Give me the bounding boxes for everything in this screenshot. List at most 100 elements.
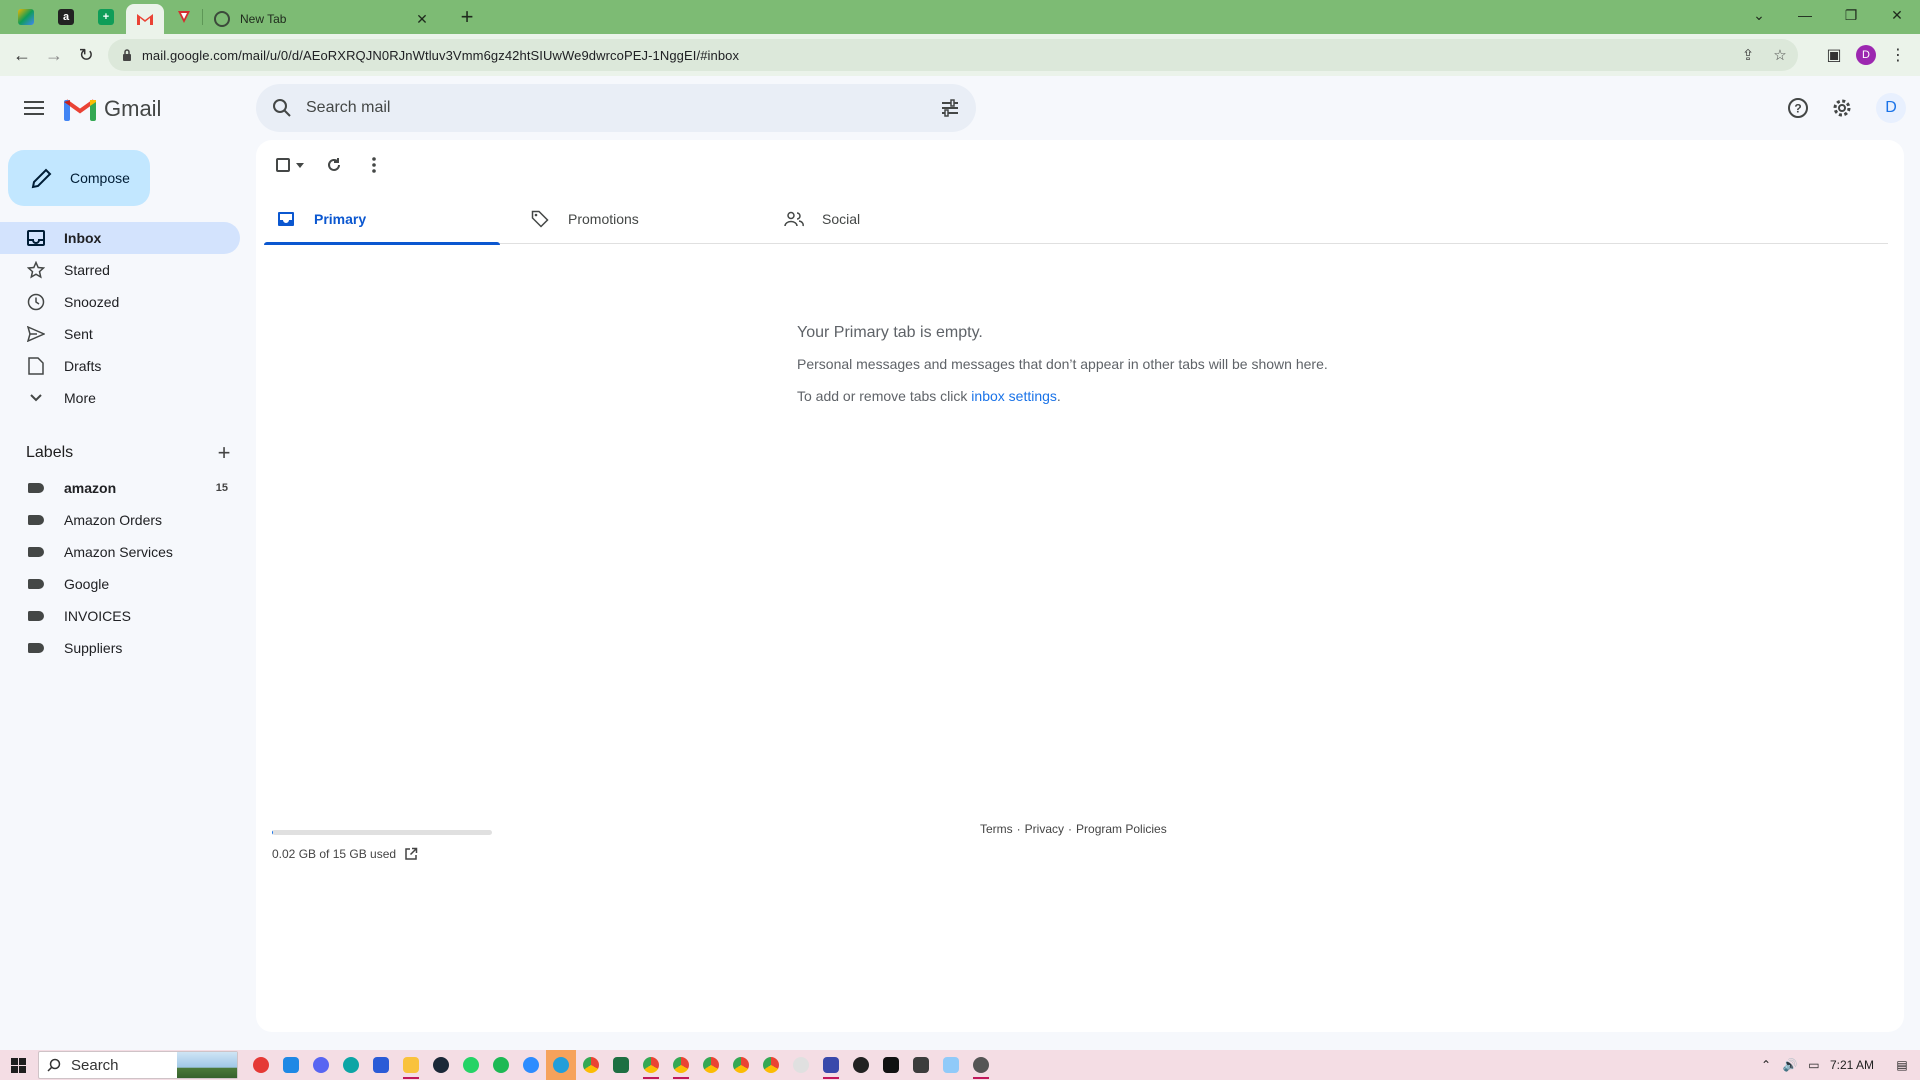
help-icon[interactable]: ?	[1782, 92, 1814, 124]
taskbar-search[interactable]: Search	[38, 1051, 238, 1079]
taskbar-app-mail[interactable]	[276, 1050, 306, 1080]
pinned-tab-1[interactable]	[10, 4, 42, 30]
taskbar-app-chrome-1[interactable]	[576, 1050, 606, 1080]
taskbar-app-paint[interactable]	[786, 1050, 816, 1080]
taskbar-app-edge[interactable]	[336, 1050, 366, 1080]
label-google[interactable]: Google	[0, 568, 240, 600]
gmail-logo[interactable]: Gmail	[64, 96, 161, 122]
taskbar-app-chrome-5[interactable]	[726, 1050, 756, 1080]
label-suppliers[interactable]: Suppliers	[0, 632, 240, 664]
search-icon[interactable]	[272, 98, 292, 118]
battery-icon[interactable]: ▭	[1806, 1057, 1822, 1073]
clock-time[interactable]: 7:21 AM	[1830, 1058, 1874, 1072]
select-all-checkbox[interactable]	[270, 150, 310, 180]
tab-social[interactable]: Social	[772, 194, 1008, 244]
sidebar-item-snoozed[interactable]: Snoozed	[0, 286, 240, 318]
taskbar-app-discord[interactable]	[306, 1050, 336, 1080]
back-arrow-icon[interactable]: ←	[10, 43, 34, 67]
gmail-favicon-icon	[137, 14, 153, 25]
restore-button[interactable]: ❐	[1828, 0, 1874, 30]
clock-icon	[26, 292, 46, 312]
tab-new-tab[interactable]: New Tab ✕	[204, 4, 440, 34]
profile-button[interactable]: D	[1854, 43, 1878, 67]
pinned-tab-gmail[interactable]	[126, 4, 164, 34]
share-icon[interactable]: ⇪	[1734, 41, 1762, 69]
steam-icon	[433, 1057, 449, 1073]
chrome-icon	[763, 1057, 779, 1073]
search-highlight-image	[177, 1052, 237, 1078]
sidebar-item-inbox[interactable]: Inbox	[0, 222, 240, 254]
taskbar-app-zoom[interactable]	[516, 1050, 546, 1080]
taskbar-app-spotify[interactable]	[486, 1050, 516, 1080]
pinned-tab-sheets[interactable]: +	[90, 4, 122, 30]
volume-icon[interactable]: 🔊	[1782, 1057, 1798, 1073]
external-link-icon[interactable]	[404, 847, 418, 861]
chevron-up-icon[interactable]: ⌃	[1758, 1057, 1774, 1073]
forward-arrow-icon[interactable]: →	[42, 43, 66, 67]
tab-separator	[202, 9, 203, 25]
tab-search-chevron-icon[interactable]: ⌄	[1736, 0, 1782, 30]
notifications-icon[interactable]: ▤	[1894, 1057, 1910, 1073]
taskbar-app-settings[interactable]	[966, 1050, 996, 1080]
search-options-icon[interactable]	[940, 98, 960, 118]
sidebar-item-sent[interactable]: Sent	[0, 318, 240, 350]
address-bar[interactable]: mail.google.com/mail/u/0/d/AEoRXRQJN0RJn…	[108, 39, 1798, 71]
new-tab-button[interactable]: +	[455, 6, 479, 30]
discord-icon	[313, 1057, 329, 1073]
taskbar-app-chrome-6[interactable]	[756, 1050, 786, 1080]
sidebar-item-starred[interactable]: Starred	[0, 254, 240, 286]
bookmark-star-icon[interactable]: ☆	[1766, 41, 1794, 69]
search-input[interactable]	[306, 99, 940, 117]
taskbar-app-notes[interactable]	[906, 1050, 936, 1080]
sidebar-item-more[interactable]: More	[0, 382, 240, 414]
calculator-icon	[823, 1057, 839, 1073]
taskbar-app-netflix[interactable]	[876, 1050, 906, 1080]
taskbar-app-notepad[interactable]	[936, 1050, 966, 1080]
taskbar-app-red[interactable]	[246, 1050, 276, 1080]
taskbar-app-excel[interactable]	[606, 1050, 636, 1080]
browser-toolbar: ← → ↻ mail.google.com/mail/u/0/d/AEoRXRQ…	[0, 34, 1920, 76]
minimize-button[interactable]: —	[1782, 0, 1828, 30]
netflix-icon	[883, 1057, 899, 1073]
close-window-button[interactable]: ✕	[1874, 0, 1920, 30]
svg-text:?: ?	[1794, 102, 1801, 116]
side-panel-icon[interactable]: ▣	[1822, 43, 1846, 67]
settings-gear-icon[interactable]	[1826, 92, 1858, 124]
tab-primary[interactable]: Primary	[264, 194, 500, 245]
main-menu-icon[interactable]	[20, 96, 48, 120]
sidebar-item-drafts[interactable]: Drafts	[0, 350, 240, 382]
pinned-tab-amazon[interactable]: a	[50, 4, 82, 30]
refresh-icon[interactable]	[318, 150, 350, 180]
terms-link[interactable]: Terms	[980, 822, 1013, 836]
browser-menu-icon[interactable]: ⋮	[1886, 43, 1910, 67]
url-text: mail.google.com/mail/u/0/d/AEoRXRQJN0RJn…	[142, 47, 740, 63]
inbox-settings-link[interactable]: inbox settings	[971, 388, 1057, 404]
taskbar-app-chrome-2[interactable]	[636, 1050, 666, 1080]
taskbar-app-obs[interactable]	[846, 1050, 876, 1080]
taskbar-app-whatsapp[interactable]	[456, 1050, 486, 1080]
taskbar-app-store[interactable]	[366, 1050, 396, 1080]
taskbar-app-chrome-4[interactable]	[696, 1050, 726, 1080]
start-button[interactable]	[0, 1050, 36, 1080]
taskbar-app-telegram[interactable]	[546, 1050, 576, 1080]
label-amazon-services[interactable]: Amazon Services	[0, 536, 240, 568]
add-label-icon[interactable]: +	[212, 440, 236, 466]
more-options-icon[interactable]	[358, 150, 390, 180]
taskbar-app-steam[interactable]	[426, 1050, 456, 1080]
reload-icon[interactable]: ↻	[74, 43, 98, 67]
pinned-tab-4[interactable]	[168, 4, 200, 30]
footer-links: Terms · Privacy · Program Policies	[980, 822, 1167, 836]
empty-hint-prefix: To add or remove tabs click	[797, 388, 972, 404]
label-invoices[interactable]: INVOICES	[0, 600, 240, 632]
label-amazon-orders[interactable]: Amazon Orders	[0, 504, 240, 536]
account-avatar[interactable]: D	[1876, 93, 1906, 123]
program-policies-link[interactable]: Program Policies	[1076, 822, 1167, 836]
label-amazon[interactable]: amazon 15	[0, 472, 240, 504]
tab-promotions[interactable]: Promotions	[518, 194, 754, 244]
taskbar-app-chrome-3[interactable]	[666, 1050, 696, 1080]
taskbar-app-calculator[interactable]	[816, 1050, 846, 1080]
privacy-link[interactable]: Privacy	[1025, 822, 1064, 836]
tab-close-icon[interactable]: ✕	[414, 11, 430, 28]
compose-button[interactable]: Compose	[8, 150, 150, 206]
taskbar-app-explorer[interactable]	[396, 1050, 426, 1080]
